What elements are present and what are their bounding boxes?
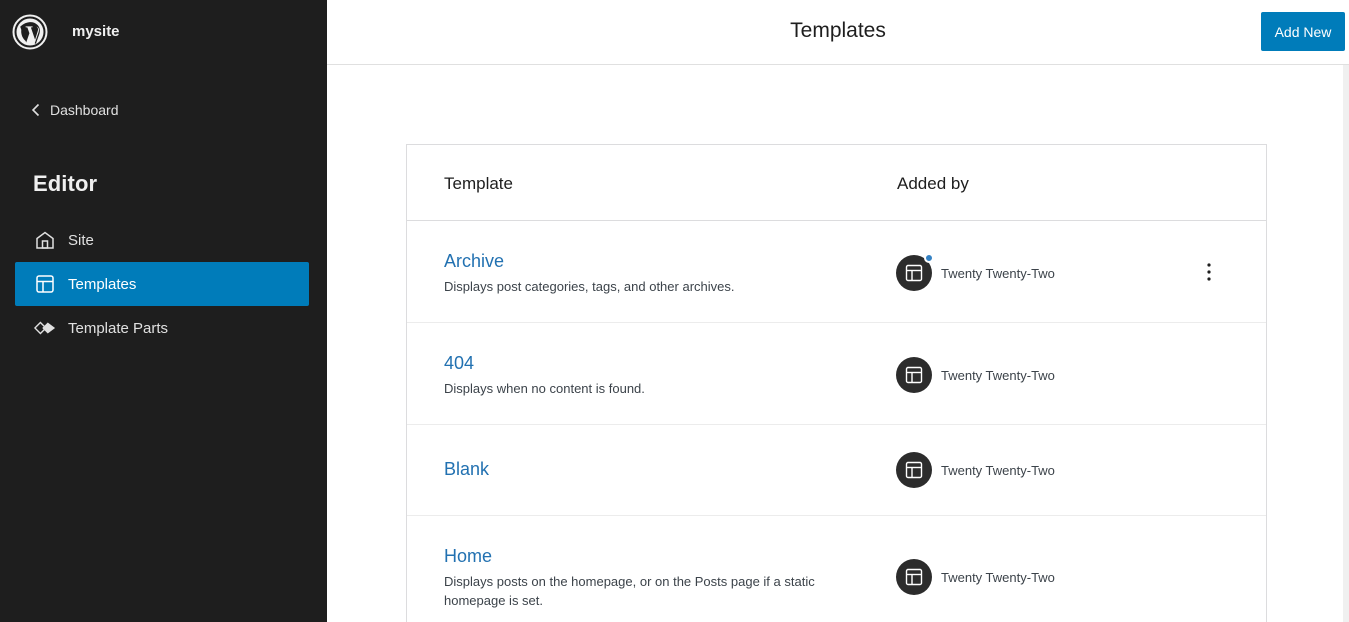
table-row: Archive Displays post categories, tags, … [407,222,1266,323]
sidebar-nav: Site Templates Template Parts [15,218,309,350]
back-to-dashboard-link[interactable]: Dashboard [30,99,119,121]
page-title: Templates [790,19,886,42]
added-by-label: Twenty Twenty-Two [941,569,1055,585]
template-description: Displays when no content is found. [444,381,645,396]
theme-avatar [896,452,932,488]
sidebar-item-site[interactable]: Site [15,218,309,262]
template-description: Displays post categories, tags, and othe… [444,279,735,294]
site-name[interactable]: mysite [72,23,120,40]
back-link-label: Dashboard [50,102,119,118]
sidebar: mysite Dashboard Editor Site Templates T… [0,0,327,622]
sidebar-item-label: Site [68,231,94,249]
theme-avatar [896,253,934,291]
wordpress-logo-icon[interactable] [12,14,48,50]
template-title-link[interactable]: Blank [444,459,489,480]
column-header-template: Template [444,174,513,193]
templates-table: Template Added by Archive Displays post … [406,144,1267,622]
column-header-added-by: Added by [897,174,969,193]
template-title-link[interactable]: Home [444,546,492,567]
layout-icon [34,273,56,295]
layout-icon [905,366,923,384]
added-by-label: Twenty Twenty-Two [941,265,1055,281]
added-by: Twenty Twenty-Two [896,559,1055,595]
more-vertical-icon [1207,263,1211,281]
scrollbar[interactable] [1343,65,1349,622]
layout-icon [905,568,923,586]
template-title-link[interactable]: 404 [444,353,474,374]
sidebar-item-label: Template Parts [68,319,169,337]
added-by: Twenty Twenty-Two [896,357,1055,393]
sidebar-section-title: Editor [33,171,98,196]
sidebar-item-template-parts[interactable]: Template Parts [15,306,309,350]
add-new-button[interactable]: Add New [1261,12,1345,51]
table-row: 404 Displays when no content is found. T… [407,324,1266,425]
theme-avatar [896,357,932,393]
template-title-link[interactable]: Archive [444,251,504,272]
active-theme-indicator [924,253,934,263]
sidebar-item-label: Templates [68,275,137,293]
added-by: Twenty Twenty-Two [896,253,1055,291]
more-actions-button[interactable] [1197,257,1221,287]
layout-icon [905,461,923,479]
theme-avatar [896,559,932,595]
template-description: Displays posts on the homepage, or on th… [444,574,815,608]
layout-icon [905,264,923,282]
home-icon [34,229,56,251]
added-by: Twenty Twenty-Two [896,452,1055,488]
added-by-label: Twenty Twenty-Two [941,462,1055,478]
sidebar-item-templates[interactable]: Templates [15,262,309,306]
site-header: mysite [0,0,327,64]
top-bar: Templates Add New [327,0,1349,65]
table-row: Home Displays posts on the homepage, or … [407,517,1266,622]
added-by-label: Twenty Twenty-Two [941,367,1055,383]
chevron-left-icon [31,103,40,117]
table-header: Template Added by [407,145,1266,221]
symbol-filled-icon [34,317,56,339]
table-row: Blank Twenty Twenty-Two [407,426,1266,516]
